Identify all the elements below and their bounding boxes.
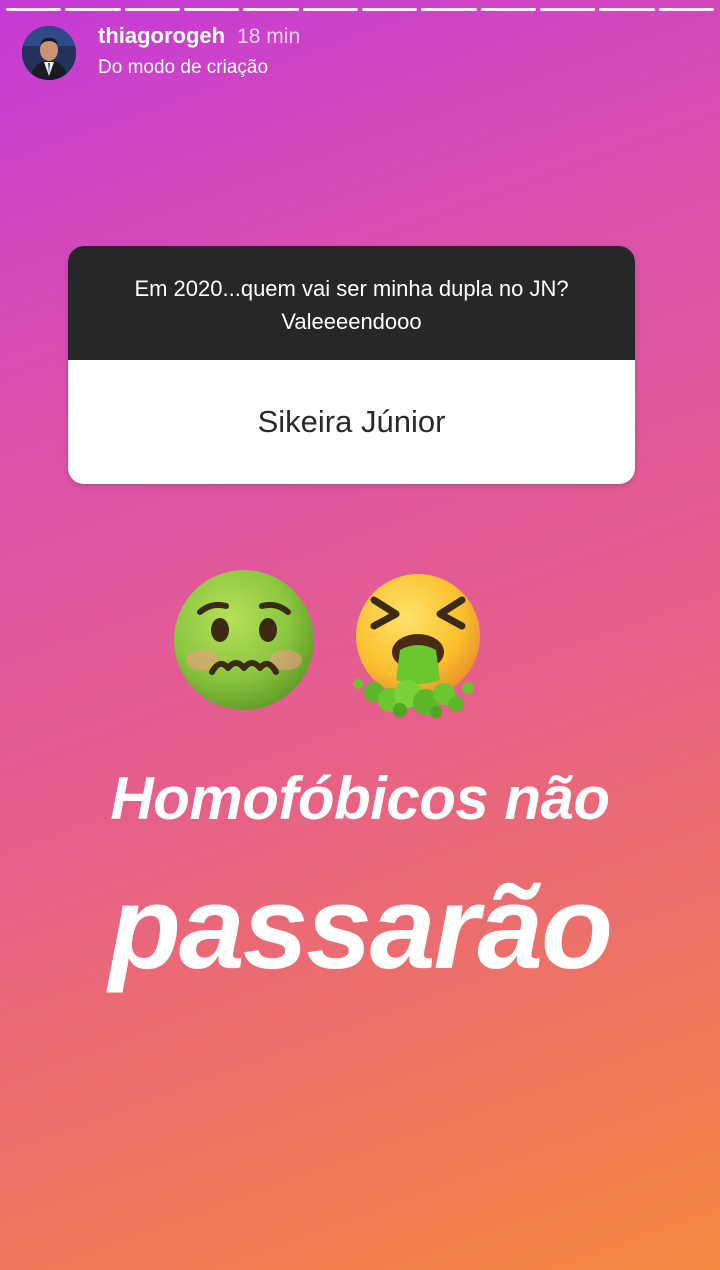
avatar[interactable] [22, 26, 76, 80]
caption-line-1: Homofóbicos não [110, 765, 610, 832]
progress-segment [421, 8, 477, 11]
answer-text: Sikeira Júnior [257, 404, 446, 439]
face-vomiting-icon [353, 574, 480, 718]
progress-segment [243, 8, 299, 11]
progress-segment [361, 8, 418, 11]
username[interactable]: thiagorogeh [98, 23, 225, 49]
story-header: thiagorogeh 18 min Do modo de criação [22, 23, 301, 80]
progress-segment [124, 8, 180, 11]
progress-segment [302, 8, 358, 11]
nauseated-face-icon [174, 570, 314, 710]
post-time: 18 min [237, 25, 301, 48]
progress-segment [65, 8, 121, 11]
progress-segment [599, 8, 655, 11]
story-subtitle: Do modo de criação [98, 57, 269, 78]
story-progress-bar [6, 8, 714, 11]
progress-segment [183, 8, 240, 11]
progress-segment [480, 8, 536, 11]
caption-line-2: passarão [108, 862, 613, 994]
progress-segment [6, 8, 62, 11]
question-text: Em 2020...quem vai ser minha dupla no JN… [68, 246, 635, 360]
progress-segment [539, 8, 596, 11]
progress-segment [658, 8, 714, 11]
question-sticker: Em 2020...quem vai ser minha dupla no JN… [68, 246, 635, 484]
